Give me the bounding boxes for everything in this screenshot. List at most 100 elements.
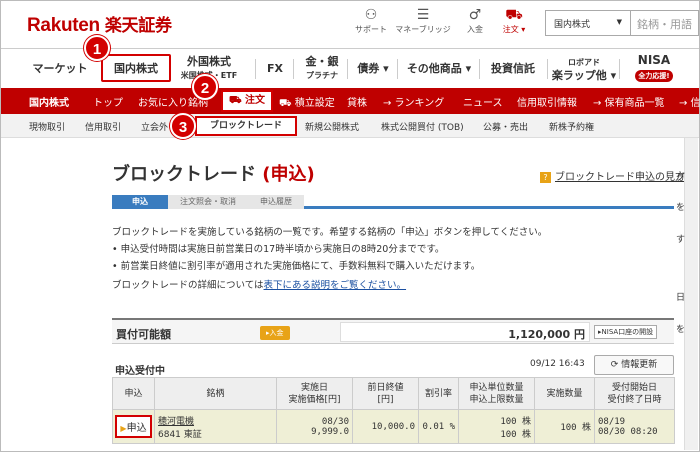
money-bridge-icon: ☰ xyxy=(416,7,430,23)
rednav-top[interactable]: トップ xyxy=(93,94,123,109)
support-link[interactable]: ⚇ サポート xyxy=(353,7,389,35)
market-select[interactable]: 国内株式 ▼ xyxy=(545,10,631,36)
page-title: ブロックトレード (申込) xyxy=(112,160,315,186)
description-line-4-text: ブロックトレードの詳細については xyxy=(112,280,264,291)
deposit-label: 入金 xyxy=(467,25,483,34)
nav-metal-line1: 金・銀 xyxy=(305,55,339,68)
explanation-link[interactable]: 表下にある説明をご覧ください。 xyxy=(264,280,407,291)
rednav-order-label: 注文 xyxy=(245,95,266,106)
nav-fx[interactable]: FX xyxy=(263,55,287,83)
side-fragment: す xyxy=(676,235,686,245)
side-fragment: グ xyxy=(676,173,686,183)
logo-jp: 楽天証券 xyxy=(104,16,172,35)
rednav-holdings[interactable]: → 保有商品一覧 xyxy=(593,94,665,109)
rednav-ranking[interactable]: → ランキング xyxy=(383,94,444,109)
update-timestamp: 09/12 16:43 xyxy=(530,359,585,369)
tab-history[interactable]: 申込履歴 xyxy=(248,195,304,209)
rednav-lending[interactable]: 貸株 xyxy=(347,94,367,109)
tab-apply[interactable]: 申込 xyxy=(112,195,168,209)
nav-separator xyxy=(547,59,548,79)
order-limit: 100 株 xyxy=(500,429,531,440)
nav-separator xyxy=(619,59,620,79)
cart-icon: ⛟ xyxy=(279,98,292,109)
help-icon: ? xyxy=(540,172,551,183)
cart-icon: ⛟ xyxy=(228,95,242,106)
prev-close-cell: 10,000.0 xyxy=(352,409,419,444)
period-start: 08/19 xyxy=(598,416,626,427)
page-title-sub: (申込) xyxy=(262,164,315,185)
side-fragment: を xyxy=(676,325,686,335)
col-period: 受付開始日 受付終了日時 xyxy=(594,377,675,410)
table-header-row: 申込 銘柄 実施日 実施価格[円] 前日終値 [円] 割引率 申込単位数量 申込… xyxy=(112,377,675,410)
rednav-news[interactable]: ニュース xyxy=(463,94,503,109)
stock-name-link[interactable]: 穂河電機 xyxy=(158,417,194,427)
nav-robo-line2: 楽ラップ他 ▾ xyxy=(551,69,617,82)
subnav-public-offering[interactable]: 公募・売出 xyxy=(483,120,528,133)
available-funds-amount: 1,120,000 円 xyxy=(340,322,590,342)
nav-bond[interactable]: 債券 ▾ xyxy=(351,55,395,83)
help-link[interactable]: ? ブロックトレード申込の見方 xyxy=(540,168,685,183)
side-panel-scrollbar[interactable] xyxy=(684,138,698,450)
subnav-margin[interactable]: 信用取引 xyxy=(85,120,121,133)
subnav-ipo[interactable]: 新規公開株式 xyxy=(305,120,359,133)
col-quantity: 実施数量 xyxy=(534,377,595,410)
nav-separator xyxy=(255,59,256,79)
support-icon: ⚇ xyxy=(364,7,378,23)
subnav-spot[interactable]: 現物取引 xyxy=(29,120,65,133)
apply-button-label: 申込 xyxy=(126,423,147,434)
order-unit: 100 株 xyxy=(500,416,531,427)
nav-metal-line2: プラチナ xyxy=(306,71,338,80)
description-line-2: • 申込受付時間は実施日前営業日の17時半頃から実施日の8時20分までです。 xyxy=(112,244,445,255)
block-trade-table: 申込 銘柄 実施日 実施価格[円] 前日終値 [円] 割引率 申込単位数量 申込… xyxy=(112,377,675,444)
available-funds-bar: 買付可能額 ▸入金 1,120,000 円 ▸NISA口座の開設 xyxy=(112,318,674,344)
tab-bar: 申込 注文照会・取消 申込履歴 xyxy=(112,195,674,209)
discount-cell: 0.01 % xyxy=(418,409,459,444)
refresh-button[interactable]: ⟳ 情報更新 xyxy=(594,355,674,375)
subnav-block-trade[interactable]: ブロックトレード xyxy=(195,116,297,136)
rakuten-logo[interactable]: Rakuten 楽天証券 xyxy=(27,11,172,37)
nav-nisa-label: NISA xyxy=(637,53,671,67)
nav-market[interactable]: マーケット xyxy=(27,55,93,83)
deposit-button[interactable]: ▸入金 xyxy=(260,326,290,340)
subnav-offhours[interactable]: 立会外 xyxy=(141,120,168,133)
money-bridge-link[interactable]: ☰ マネーブリッジ xyxy=(395,7,451,35)
nav-nisa[interactable]: NISA 全力応援! xyxy=(623,53,685,83)
nav-fund[interactable]: 投資信託 xyxy=(483,55,543,83)
apply-button[interactable]: ▶申込 xyxy=(115,415,152,438)
rednav-order[interactable]: ⛟ 注文 xyxy=(221,90,273,112)
available-funds-label: 買付可能額 xyxy=(116,328,171,341)
nisa-open-button[interactable]: ▸NISA口座の開設 xyxy=(594,325,658,339)
subnav-warrants[interactable]: 新株予約権 xyxy=(549,120,594,133)
tab-order-inquiry[interactable]: 注文照会・取消 xyxy=(168,195,248,209)
trade-price: 9,999.0 xyxy=(311,426,349,437)
col-discount: 割引率 xyxy=(418,377,459,410)
nav-robo-line1: ロボアド xyxy=(568,58,600,67)
order-link[interactable]: ⛟ 注文 ▾ xyxy=(497,7,531,35)
page-title-main: ブロックトレード xyxy=(112,164,256,185)
cart-icon: ⛟ xyxy=(505,7,523,23)
col-prev-close: 前日終値 [円] xyxy=(352,377,419,410)
col-date-price: 実施日 実施価格[円] xyxy=(276,377,353,410)
step-badge-1: 1 xyxy=(84,35,110,61)
deposit-link[interactable]: ♂ 入金 xyxy=(463,7,487,35)
subnav-tob[interactable]: 株式公開買付 (TOB) xyxy=(381,120,464,133)
rednav-more[interactable]: → 信 xyxy=(679,94,700,109)
help-link-label: ブロックトレード申込の見方 xyxy=(555,172,685,183)
period-end: 08/30 08:20 xyxy=(598,426,658,437)
date-price-cell: 08/30 9,999.0 xyxy=(276,409,353,444)
rednav-section[interactable]: 国内株式 xyxy=(29,94,69,109)
trade-date: 08/30 xyxy=(321,416,349,427)
search-input[interactable]: 銘柄・用語 xyxy=(631,10,699,36)
rednav-margin-info[interactable]: 信用取引情報 xyxy=(517,94,577,109)
money-bridge-label: マネーブリッジ xyxy=(395,25,451,34)
nav-separator xyxy=(347,59,348,79)
col-apply: 申込 xyxy=(112,377,155,410)
nav-metal[interactable]: 金・銀 プラチナ xyxy=(299,55,345,83)
domestic-stock-nav: 国内株式 トップ お気に入り銘柄 ⛟ 注文 ⛟ 積立設定 貸株 → ランキング … xyxy=(1,88,700,114)
step-badge-2: 2 xyxy=(192,74,218,100)
nav-other[interactable]: その他商品 ▾ xyxy=(401,55,477,83)
rednav-savings[interactable]: ⛟ 積立設定 xyxy=(279,94,335,111)
nav-robo[interactable]: ロボアド 楽ラップ他 ▾ xyxy=(551,55,617,83)
nav-separator xyxy=(397,59,398,79)
logo-en: Rakuten xyxy=(27,15,100,36)
